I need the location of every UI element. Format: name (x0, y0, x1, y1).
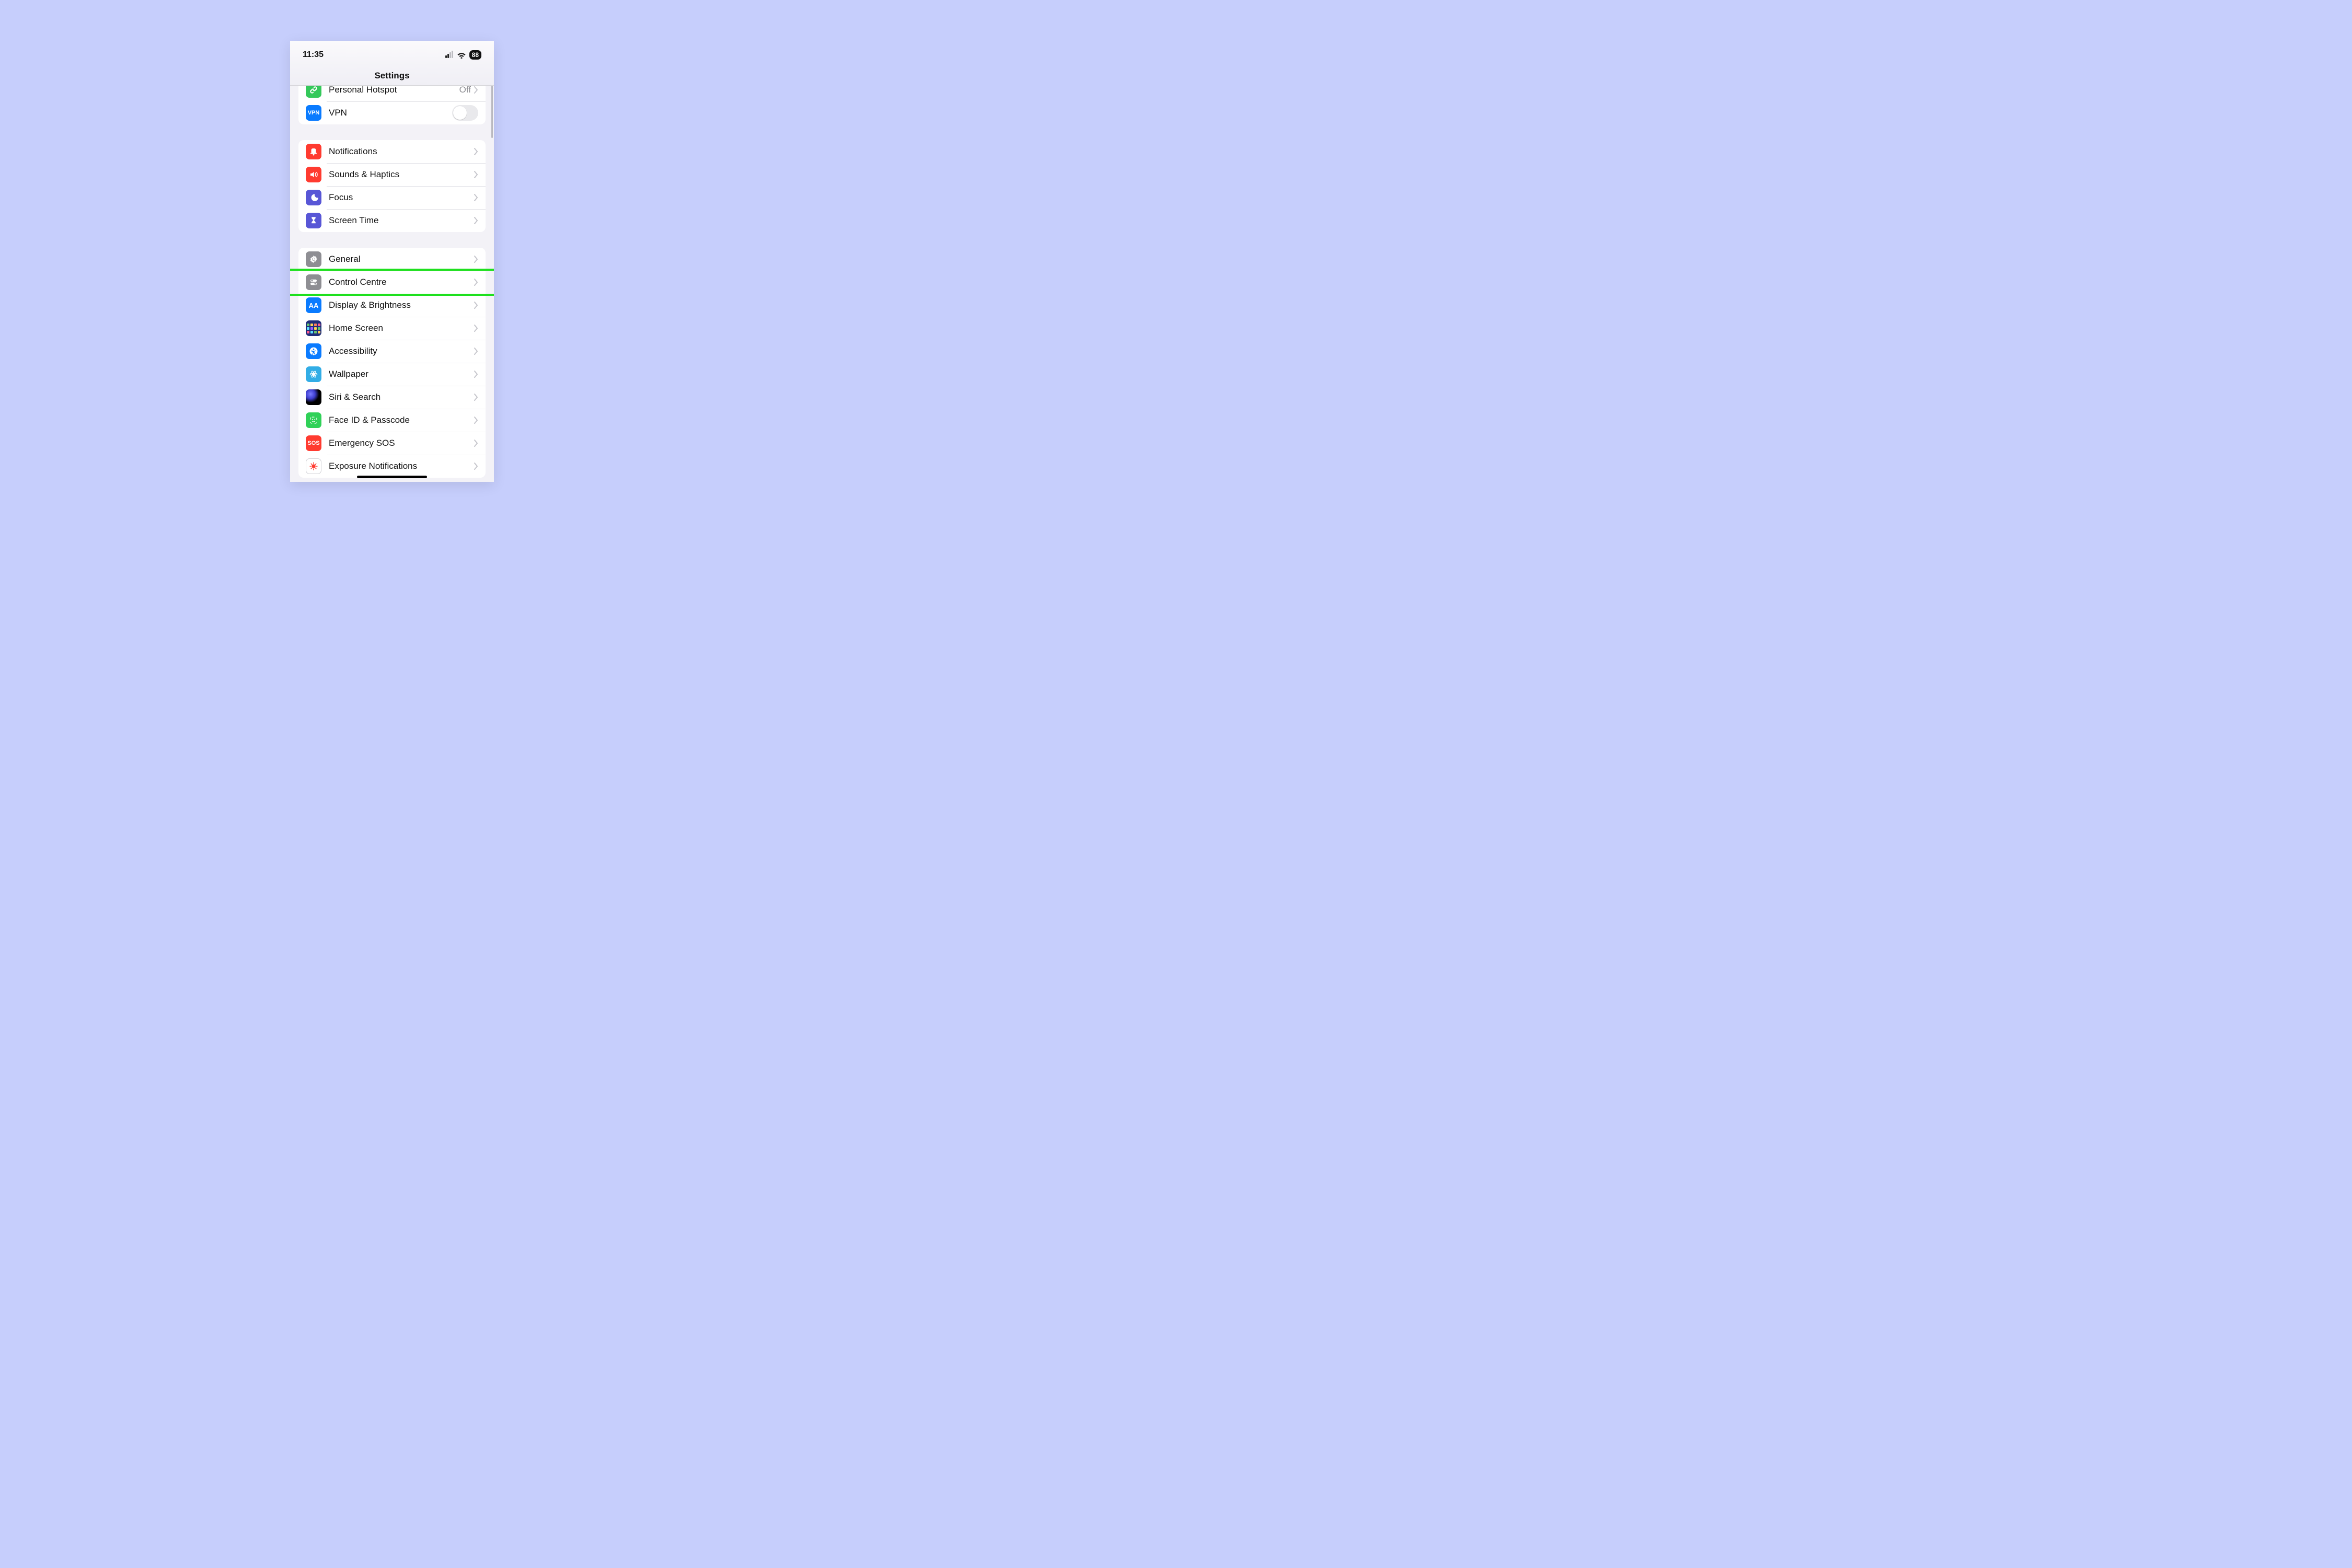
settings-row-vpn[interactable]: VPN VPN (298, 101, 486, 124)
settings-row-siri[interactable]: Siri & Search (298, 386, 486, 409)
chevron-right-icon (474, 371, 478, 378)
chevron-right-icon (474, 86, 478, 94)
settings-group: General Control Centre AA Display & Brightn… (298, 248, 486, 478)
settings-row-wallpaper[interactable]: Wallpaper (298, 363, 486, 386)
row-label: Accessibility (329, 346, 474, 356)
siri-icon (306, 389, 321, 405)
status-bar: 11:35 88 (290, 41, 494, 66)
home-indicator[interactable] (357, 476, 427, 478)
settings-scroll[interactable]: Personal HotspotOff VPN VPN Notifications So… (290, 86, 494, 482)
settings-row-notifications[interactable]: Notifications (298, 140, 486, 163)
row-label: Personal Hotspot (329, 86, 459, 95)
settings-row-exposure[interactable]: Exposure Notifications (298, 455, 486, 478)
settings-row-display[interactable]: AA Display & Brightness (298, 294, 486, 317)
settings-row-faceid[interactable]: Face ID & Passcode (298, 409, 486, 432)
row-label: Sounds & Haptics (329, 169, 474, 180)
row-label: Wallpaper (329, 369, 474, 379)
settings-row-screentime[interactable]: Screen Time (298, 209, 486, 232)
chevron-right-icon (474, 463, 478, 470)
battery-indicator: 88 (469, 50, 481, 60)
moon-icon (306, 190, 321, 205)
row-detail: Off (459, 86, 471, 95)
row-label: Notifications (329, 146, 474, 157)
chevron-right-icon (474, 302, 478, 309)
row-label: Display & Brightness (329, 300, 474, 310)
chevron-right-icon (474, 148, 478, 155)
settings-group: Notifications Sounds & Haptics Focus Screen… (298, 140, 486, 232)
wifi-icon (457, 51, 466, 59)
row-label: Exposure Notifications (329, 461, 474, 471)
row-label: Screen Time (329, 215, 474, 226)
switches-icon (306, 274, 321, 290)
row-label: Siri & Search (329, 392, 474, 402)
row-label: Emergency SOS (329, 438, 474, 448)
gear-icon (306, 251, 321, 267)
row-label: Face ID & Passcode (329, 415, 474, 425)
sos-icon: SOS (306, 435, 321, 451)
chevron-right-icon (474, 417, 478, 424)
row-label: Control Centre (329, 277, 474, 287)
chevron-right-icon (474, 279, 478, 286)
settings-row-sounds[interactable]: Sounds & Haptics (298, 163, 486, 186)
accessibility-icon (306, 343, 321, 359)
face-icon (306, 412, 321, 428)
toggle-switch[interactable] (452, 105, 478, 121)
cellular-icon (445, 51, 454, 60)
chevron-right-icon (474, 348, 478, 355)
chevron-right-icon (474, 325, 478, 332)
flower-icon (306, 366, 321, 382)
page-title: Settings (290, 66, 494, 86)
row-label: General (329, 254, 474, 264)
status-indicators: 88 (445, 50, 481, 60)
settings-row-control_centre[interactable]: Control Centre (298, 271, 486, 294)
bell-icon (306, 144, 321, 159)
settings-row-hotspot[interactable]: Personal HotspotOff (298, 86, 486, 101)
row-label: Home Screen (329, 323, 474, 333)
settings-row-sos[interactable]: SOS Emergency SOS (298, 432, 486, 455)
phone-frame: 11:35 88 Settings Personal HotspotOffVPN… (290, 41, 494, 482)
settings-row-accessibility[interactable]: Accessibility (298, 340, 486, 363)
chevron-right-icon (474, 440, 478, 447)
status-time: 11:35 (303, 50, 324, 60)
grid-icon (306, 320, 321, 336)
aa-icon: AA (306, 297, 321, 313)
chevron-right-icon (474, 256, 478, 263)
chevron-right-icon (474, 394, 478, 401)
settings-row-focus[interactable]: Focus (298, 186, 486, 209)
settings-group: Personal HotspotOff VPN VPN (298, 86, 486, 124)
chevron-right-icon (474, 194, 478, 201)
link-icon (306, 86, 321, 98)
chevron-right-icon (474, 217, 478, 224)
vpn-icon: VPN (306, 105, 321, 121)
chevron-right-icon (474, 171, 478, 178)
hourglass-icon (306, 213, 321, 228)
settings-row-general[interactable]: General (298, 248, 486, 271)
settings-row-homescreen[interactable]: Home Screen (298, 317, 486, 340)
covid-icon (306, 458, 321, 474)
scrollbar[interactable] (491, 86, 493, 138)
speaker-icon (306, 167, 321, 182)
row-label: VPN (329, 108, 452, 118)
row-label: Focus (329, 192, 474, 203)
